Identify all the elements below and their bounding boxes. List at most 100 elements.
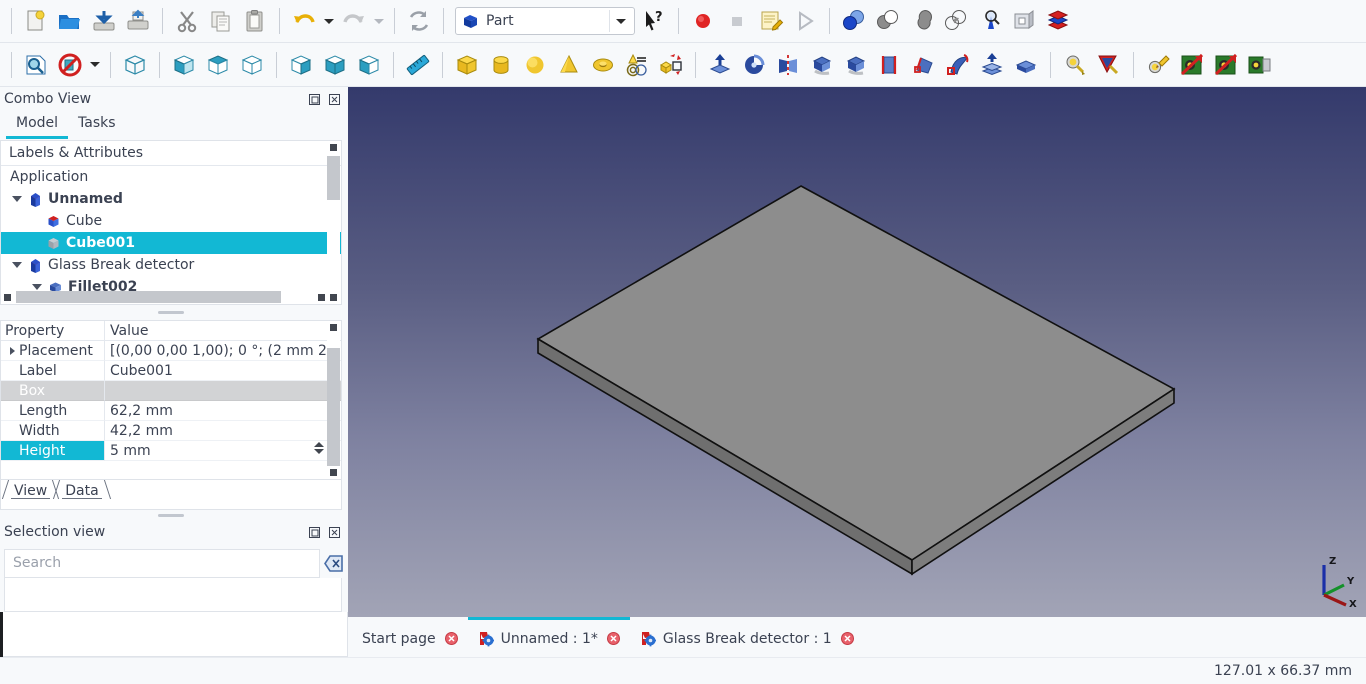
property-row-length[interactable]: Length 62,2 mm (1, 401, 341, 421)
float-icon[interactable] (307, 525, 322, 540)
bottom-view-button[interactable] (318, 48, 352, 82)
stepper-up-icon[interactable] (314, 442, 324, 447)
scroll-up-arrow[interactable] (330, 144, 337, 151)
intersection-button[interactable] (939, 4, 973, 38)
property-value[interactable]: Cube001 (105, 361, 341, 381)
fit-all-button[interactable] (19, 48, 53, 82)
workbench-selector[interactable]: Part (455, 7, 635, 35)
model-tree[interactable]: Labels & Attributes Application Unnamed … (0, 140, 342, 305)
scroll-down-arrow[interactable] (330, 294, 337, 301)
thickness-button[interactable] (1009, 48, 1043, 82)
property-row-placement[interactable]: Placement [(0,00 0,00 1,00); 0 °; (2 mm … (1, 341, 341, 361)
sweep-button[interactable] (941, 48, 975, 82)
left-view-button[interactable] (352, 48, 386, 82)
macros-button[interactable] (754, 4, 788, 38)
revolve-button[interactable] (737, 48, 771, 82)
tree-horizontal-scrollbar[interactable] (2, 291, 327, 303)
tree-item-unnamed[interactable]: Unnamed (1, 188, 341, 210)
scroll-left-arrow[interactable] (4, 294, 11, 301)
check-geometry-button[interactable] (973, 4, 1007, 38)
extrude-button[interactable] (703, 48, 737, 82)
rear-view-button[interactable] (284, 48, 318, 82)
draw-style-button[interactable] (53, 48, 87, 82)
tree-item-cube[interactable]: Cube (1, 210, 341, 232)
redo-button[interactable] (337, 4, 371, 38)
scroll-down-arrow[interactable] (330, 469, 337, 476)
property-vertical-scrollbar[interactable] (327, 322, 340, 478)
tree-item-cube001[interactable]: Cube001 (1, 232, 341, 254)
measure-toggle-all-button[interactable] (1209, 48, 1243, 82)
tree-vertical-scrollbar[interactable] (327, 142, 340, 303)
save-document-button[interactable] (87, 4, 121, 38)
torus-primitive-button[interactable] (586, 48, 620, 82)
doc-tab-start-page[interactable]: Start page (352, 617, 468, 657)
refresh-button[interactable] (402, 4, 436, 38)
cone-primitive-button[interactable] (552, 48, 586, 82)
offset-button[interactable] (975, 48, 1009, 82)
property-row-width[interactable]: Width 42,2 mm (1, 421, 341, 441)
tab-tasks[interactable]: Tasks (68, 112, 126, 139)
macro-stop-button[interactable] (720, 4, 754, 38)
property-row-label[interactable]: Label Cube001 (1, 361, 341, 381)
scroll-up-arrow[interactable] (330, 324, 337, 331)
chamfer-button[interactable] (839, 48, 873, 82)
measure-refresh-button[interactable] (1141, 48, 1175, 82)
close-icon[interactable] (327, 525, 342, 540)
create-primitives-button[interactable] (620, 48, 654, 82)
property-value-height-input[interactable]: 5 mm (105, 441, 341, 461)
float-icon[interactable] (307, 92, 322, 107)
scrollbar-thumb[interactable] (16, 291, 281, 303)
property-value[interactable]: 62,2 mm (105, 401, 341, 421)
doc-tab-glass-break-detector[interactable]: Glass Break detector : 1 (630, 617, 864, 657)
tab-model[interactable]: Model (6, 112, 69, 139)
property-value[interactable]: [(0,00 0,00 1,00); 0 °; (2 mm 2 ... (105, 341, 341, 361)
boolean-button[interactable] (837, 4, 871, 38)
chevron-down-icon[interactable] (9, 262, 25, 268)
doc-tab-unnamed[interactable]: Unnamed : 1* (467, 617, 630, 657)
redo-dropdown-arrow[interactable] (371, 4, 387, 38)
scroll-right-arrow[interactable] (318, 294, 325, 301)
front-view-button[interactable] (167, 48, 201, 82)
top-view-button[interactable] (201, 48, 235, 82)
measure-linear-button[interactable] (1058, 48, 1092, 82)
chevron-right-icon[interactable] (5, 346, 19, 355)
cross-sections-button[interactable] (1041, 4, 1075, 38)
loft-button[interactable] (907, 48, 941, 82)
search-input[interactable]: Search (4, 548, 320, 578)
property-value[interactable]: 42,2 mm (105, 421, 341, 441)
close-icon[interactable] (840, 632, 854, 645)
ruled-surface-button[interactable] (873, 48, 907, 82)
scrollbar-thumb[interactable] (327, 156, 340, 200)
box-primitive-button[interactable] (450, 48, 484, 82)
selection-list[interactable] (4, 578, 342, 612)
scrollbar-thumb[interactable] (327, 348, 340, 466)
union-button[interactable] (905, 4, 939, 38)
tab-data[interactable]: Data (53, 480, 111, 499)
copy-button[interactable] (204, 4, 238, 38)
close-icon[interactable] (444, 632, 458, 645)
tab-view[interactable]: View (1, 480, 60, 499)
axonometric-view-button[interactable] (118, 48, 152, 82)
property-row-height[interactable]: Height 5 mm (1, 441, 341, 461)
undo-button[interactable] (287, 4, 321, 38)
cut-shapes-button[interactable] (871, 4, 905, 38)
section-button[interactable] (1007, 4, 1041, 38)
fillet-button[interactable] (805, 48, 839, 82)
undo-dropdown-arrow[interactable] (321, 4, 337, 38)
measure-angular-button[interactable] (1092, 48, 1126, 82)
workbench-caret[interactable] (610, 18, 632, 24)
whats-this-button[interactable]: ? (637, 4, 671, 38)
tree-item-application[interactable]: Application (1, 166, 341, 188)
close-icon[interactable] (327, 92, 342, 107)
new-document-button[interactable] (19, 4, 53, 38)
draw-style-dropdown-arrow[interactable] (87, 48, 103, 82)
paste-button[interactable] (238, 4, 272, 38)
measure-clear-all-button[interactable] (1175, 48, 1209, 82)
3d-viewport[interactable]: Z Y X (348, 87, 1366, 617)
chevron-down-icon[interactable] (29, 284, 45, 290)
tree-item-glass-break-detector[interactable]: Glass Break detector (1, 254, 341, 276)
clear-search-icon[interactable] (324, 554, 344, 572)
open-document-button[interactable] (53, 4, 87, 38)
property-editor[interactable]: Property Value Placement [(0,00 0,00 1,0… (0, 320, 342, 480)
stepper-down-icon[interactable] (314, 449, 324, 454)
